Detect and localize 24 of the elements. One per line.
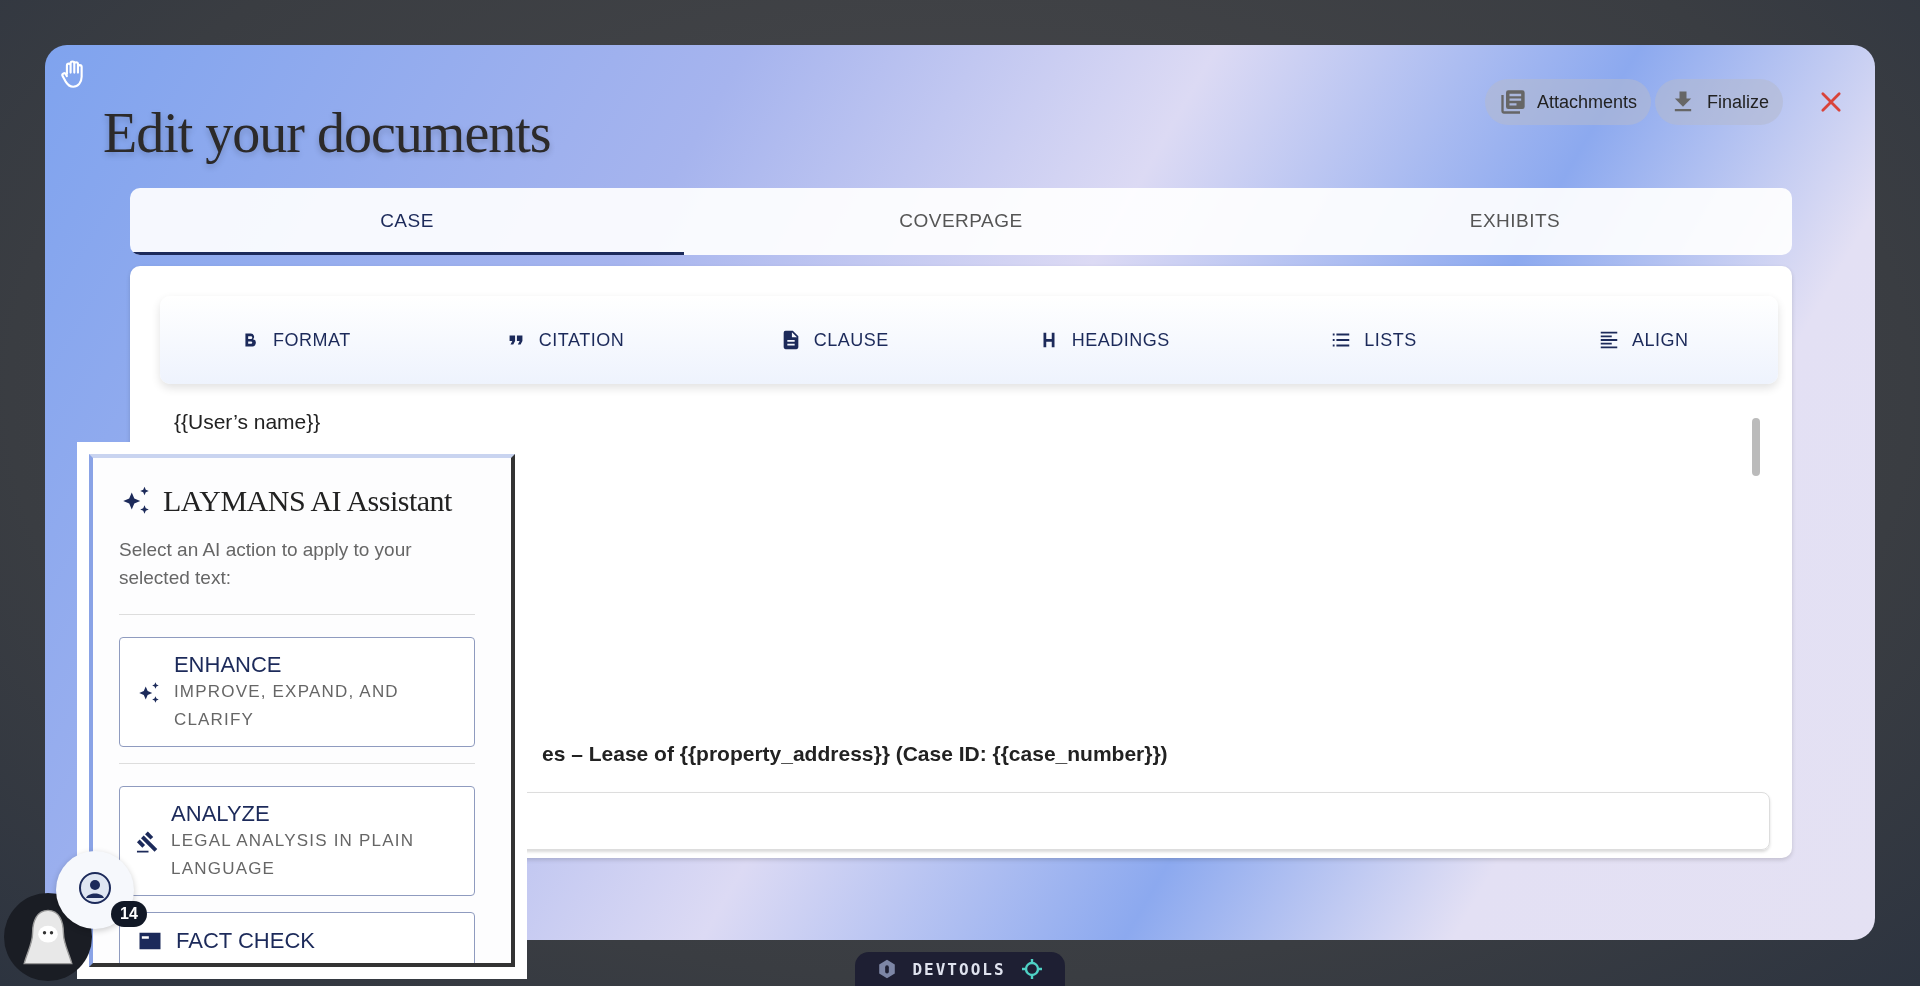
- toolbar-button[interactable]: CITATION: [429, 296, 700, 384]
- page-title: Edit your documents: [103, 101, 551, 166]
- toolbar-button[interactable]: HEADINGS: [969, 296, 1239, 384]
- devtools-label: DEVTOOLS: [912, 959, 1006, 979]
- tab[interactable]: CASE: [130, 188, 684, 255]
- toolbar-button[interactable]: LISTS: [1238, 296, 1509, 384]
- header-button[interactable]: Attachments: [1484, 79, 1651, 125]
- ai-action-button[interactable]: ANALYZE LEGAL ANALYSIS IN PLAIN LANGUAGE: [119, 786, 475, 896]
- crosshair-icon[interactable]: [1019, 957, 1044, 981]
- toolbar-button[interactable]: CLAUSE: [699, 296, 969, 384]
- toolbar-button[interactable]: FORMAT: [160, 296, 430, 384]
- toolbar-button[interactable]: ALIGN: [1508, 296, 1778, 384]
- tab[interactable]: EXHIBITS: [1238, 188, 1792, 255]
- devtools-tab[interactable]: DEVTOOLS: [855, 952, 1065, 986]
- panel-description: Select an AI action to apply to your selected text:: [119, 538, 413, 590]
- header-button[interactable]: Finalize: [1654, 79, 1783, 125]
- document-line: es – Lease of {{property_address}} (Case ID: {{case_number}}): [541, 742, 1169, 766]
- notification-badge: 14: [111, 901, 147, 927]
- tab[interactable]: COVERPAGE: [684, 188, 1238, 255]
- panel-title: LAYMANS AI Assistant: [163, 484, 452, 518]
- scrollbar-thumb[interactable]: [1752, 418, 1760, 476]
- ai-action-button[interactable]: ENHANCE IMPROVE, EXPAND, AND CLARIFY: [119, 637, 475, 747]
- document-line: {{User’s name}}: [174, 410, 322, 434]
- library-books-icon: [1498, 88, 1527, 116]
